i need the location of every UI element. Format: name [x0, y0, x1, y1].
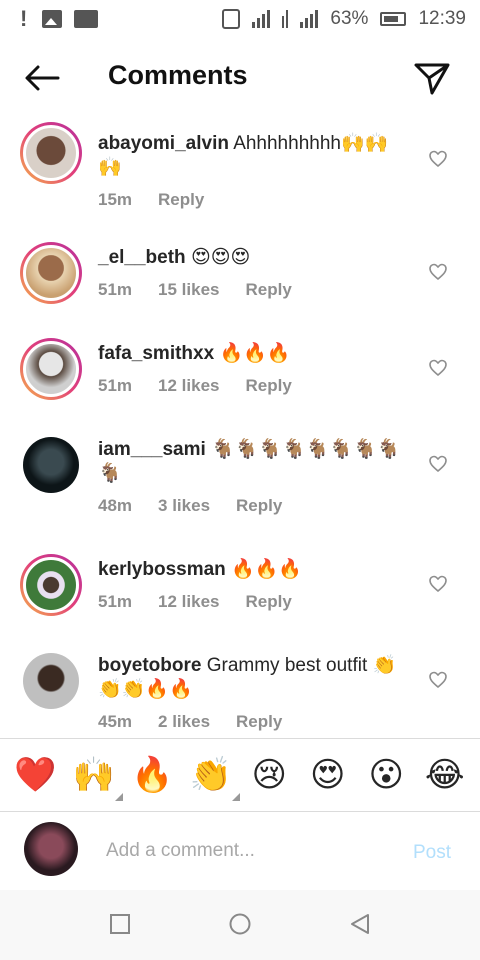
back-nav-button[interactable] [348, 912, 372, 936]
comment-input[interactable] [106, 836, 396, 866]
like-button[interactable] [428, 262, 448, 282]
image-icon [42, 10, 62, 28]
clock: 12:39 [418, 8, 466, 29]
heart-eyes-emoji-button[interactable]: 😍 [305, 755, 351, 795]
avatar[interactable] [20, 650, 82, 712]
heart-icon [429, 263, 447, 281]
heart-icon [429, 455, 447, 473]
triangle-back-icon [351, 914, 369, 934]
comment-username[interactable]: boyetobore [98, 655, 201, 676]
heart-icon [429, 359, 447, 377]
comment-username[interactable]: fafa_smithxx [98, 343, 214, 364]
comment-meta: 45m 2 likes Reply [98, 712, 308, 732]
comment-composer: Post [0, 812, 480, 890]
paper-plane-icon [414, 63, 450, 95]
comment-likes[interactable]: 12 likes [158, 376, 219, 396]
comment-meta: 51m 12 likes Reply [98, 376, 318, 396]
comments-list[interactable]: abayomi_alvin Ahhhhhhhhh🙌🙌🙌 15m Reply _e… [0, 116, 480, 738]
like-button[interactable] [428, 454, 448, 474]
raising-hands-emoji-button[interactable]: 🙌 [71, 755, 123, 801]
like-button[interactable] [428, 574, 448, 594]
comment-meta: 51m 12 likes Reply [98, 592, 318, 612]
clap-emoji-button[interactable]: 👏 [188, 755, 240, 801]
avatar[interactable] [20, 554, 82, 616]
clap-emoji: 👏 [189, 755, 232, 795]
comment-time: 45m [98, 712, 133, 731]
comment-time: 51m [98, 592, 133, 611]
avatar[interactable] [20, 242, 82, 304]
comment-likes[interactable]: 2 likes [158, 712, 210, 732]
heart-emoji-button[interactable]: ❤️ [12, 755, 58, 795]
reply-button[interactable]: Reply [158, 190, 204, 210]
vibrate-icon [222, 9, 241, 29]
data-icon [282, 10, 289, 28]
comment-likes[interactable]: 15 likes [158, 280, 219, 300]
comment-username[interactable]: _el__beth [98, 247, 186, 268]
comment-text: 🔥🔥🔥 [231, 559, 303, 580]
like-button[interactable] [428, 358, 448, 378]
comment-username[interactable]: abayomi_alvin [98, 133, 229, 154]
heart-icon [429, 150, 447, 168]
comment-likes[interactable]: 3 likes [158, 496, 210, 516]
raising-hands-emoji: 🙌 [72, 755, 115, 795]
alert-icon: ! [20, 6, 28, 31]
surprised-emoji-button[interactable]: 😮 [363, 755, 409, 795]
comment-likes[interactable]: 12 likes [158, 592, 219, 612]
avatar[interactable] [20, 338, 82, 400]
system-nav-bar [0, 890, 480, 960]
comment-meta: 51m 15 likes Reply [98, 280, 318, 300]
avatar[interactable] [20, 434, 82, 496]
battery-percent: 63% [330, 8, 369, 29]
comment-username[interactable]: iam___sami [98, 439, 206, 460]
skin-tone-indicator [231, 793, 240, 801]
reply-button[interactable]: Reply [245, 280, 291, 300]
my-avatar [24, 822, 78, 876]
comment-text: 🔥🔥🔥 [219, 343, 291, 364]
reply-button[interactable]: Reply [236, 712, 282, 732]
arrow-left-icon [25, 65, 60, 91]
reply-button[interactable]: Reply [236, 496, 282, 516]
skin-tone-indicator [114, 793, 123, 801]
home-button[interactable] [228, 912, 252, 936]
comment-text: 😍😍😍 [190, 247, 251, 268]
signal-icon [252, 10, 271, 28]
reply-button[interactable]: Reply [245, 592, 291, 612]
battery-icon [380, 12, 407, 26]
comment-time: 51m [98, 376, 133, 395]
reply-button[interactable]: Reply [245, 376, 291, 396]
fire-emoji-button[interactable]: 🔥 [129, 755, 175, 795]
like-button[interactable] [428, 149, 448, 169]
avatar[interactable] [20, 122, 82, 184]
back-button[interactable] [22, 62, 62, 94]
post-button[interactable]: Post [413, 842, 451, 864]
comment-time: 48m [98, 496, 133, 515]
recents-button[interactable] [108, 912, 132, 936]
circle-icon [229, 913, 251, 935]
heart-icon [429, 575, 447, 593]
header: Comments [0, 50, 480, 106]
page-title: Comments [108, 60, 248, 90]
like-button[interactable] [428, 670, 448, 690]
signal-icon [300, 10, 319, 28]
comment-time: 51m [98, 280, 133, 299]
square-icon [110, 914, 130, 934]
comment-meta: 15m Reply [98, 190, 230, 210]
emoji-reaction-bar: ❤️ 🙌 🔥 👏 😢 😍 😮 😂 [0, 738, 480, 812]
crying-emoji-button[interactable]: 😢 [246, 755, 292, 795]
comment-meta: 48m 3 likes Reply [98, 496, 308, 516]
laughing-emoji-button[interactable]: 😂 [422, 755, 468, 795]
pulse-icon [74, 10, 98, 28]
comment-username[interactable]: kerlybossman [98, 559, 226, 580]
comment-time: 15m [98, 190, 133, 209]
status-bar: ! 63% 12:39 [0, 0, 480, 38]
heart-icon [429, 671, 447, 689]
share-button[interactable] [412, 60, 452, 96]
